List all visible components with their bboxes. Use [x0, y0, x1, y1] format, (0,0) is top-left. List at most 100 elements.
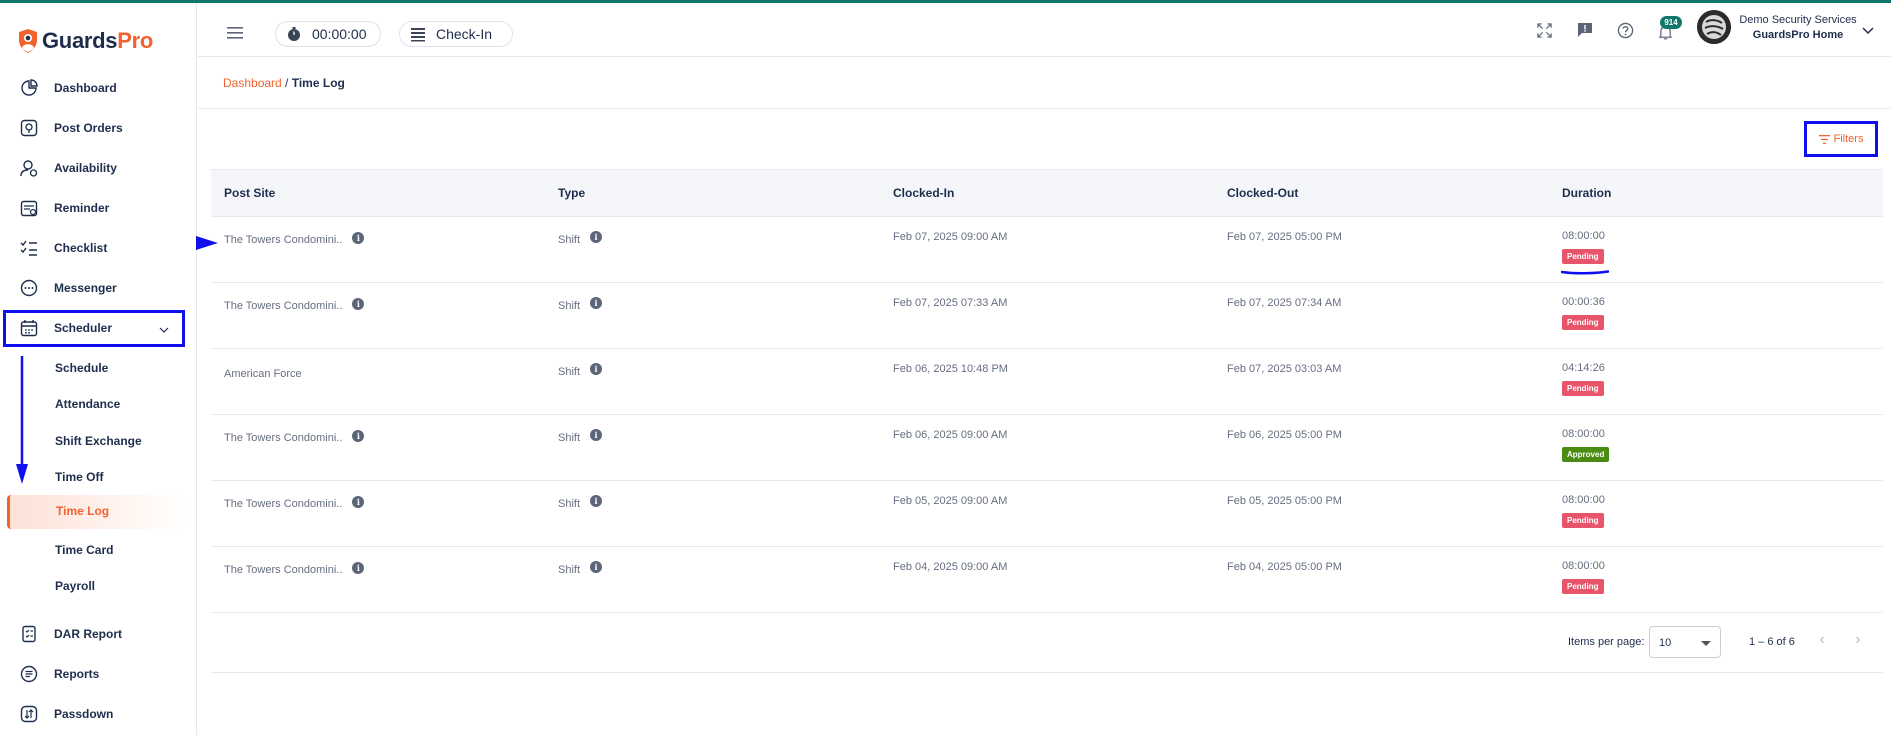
sidebar-sub-item-time-log[interactable]: Time Log: [7, 495, 187, 529]
paginator: Items per page: 10 1 – 6 of 6 ‹ ›: [211, 611, 1883, 673]
status-badge: Pending: [1562, 513, 1604, 528]
organization-switcher[interactable]: Demo Security Services GuardsPro Home: [1738, 13, 1858, 43]
column-header-clocked-in[interactable]: Clocked-In: [893, 186, 954, 200]
sidebar-item-label: Reminder: [54, 201, 110, 215]
info-icon[interactable]: i: [590, 363, 603, 375]
passdown-icon: [20, 705, 38, 723]
table-row[interactable]: American Force Shift i Feb 06, 2025 10:48 P…: [211, 349, 1883, 415]
breadcrumb-current: Time Log: [291, 76, 345, 90]
column-header-duration[interactable]: Duration: [1562, 186, 1611, 200]
check-in-button[interactable]: Check-In: [399, 21, 513, 47]
dar-report-icon: [20, 625, 38, 643]
info-icon[interactable]: i: [352, 232, 365, 244]
org-name: Demo Security Services: [1739, 14, 1857, 26]
breadcrumb-dashboard-link[interactable]: Dashboard: [223, 76, 282, 90]
sidebar-item-messenger[interactable]: Messenger: [20, 273, 117, 303]
sidebar-item-reminder[interactable]: Reminder: [20, 193, 109, 223]
cell-clocked-in: Feb 06, 2025 10:48 PM: [893, 363, 1008, 375]
status-badge: Approved: [1562, 447, 1610, 462]
table-row[interactable]: The Towers Condomini.. i Shift i Feb 07, 202…: [211, 283, 1883, 349]
sidebar-item-reports[interactable]: Reports: [20, 659, 99, 689]
filters-label: Filters: [1833, 133, 1864, 145]
sidebar-sub-item-attendance[interactable]: Attendance: [55, 392, 120, 416]
sidebar-item-post-orders[interactable]: Post Orders: [20, 113, 123, 143]
sidebar-item-dashboard[interactable]: Dashboard: [20, 73, 117, 103]
annotation-underline: [1561, 270, 1609, 275]
menu-icon[interactable]: [227, 26, 243, 40]
type-text: Shift: [558, 300, 581, 312]
time-log-table: Post Site Type Clocked-In Clocked-Out Du…: [211, 169, 1883, 613]
table-row[interactable]: The Towers Condomini.. i Shift i Feb 06, 202…: [211, 415, 1883, 481]
info-icon[interactable]: i: [352, 562, 365, 574]
cell-type: Shift i: [558, 495, 603, 510]
reminder-icon: [20, 199, 38, 217]
cell-post-site: American Force: [224, 368, 302, 380]
post-site-text: American Force: [224, 368, 302, 380]
post-site-text: The Towers Condomini..: [224, 432, 343, 444]
cell-duration: 08:00:00: [1562, 494, 1605, 506]
org-home: GuardsPro Home: [1752, 29, 1844, 41]
cell-duration: 08:00:00: [1562, 428, 1605, 440]
sidebar-item-label: Passdown: [54, 707, 114, 721]
cell-post-site: The Towers Condomini.. i: [224, 296, 365, 312]
sidebar-item-label: Messenger: [54, 281, 117, 295]
availability-icon: [20, 159, 38, 177]
info-icon[interactable]: i: [590, 561, 603, 573]
type-text: Shift: [558, 564, 581, 576]
reports-icon: [20, 665, 38, 683]
info-icon[interactable]: i: [352, 496, 365, 508]
table-row[interactable]: The Towers Condomini.. i Shift i Feb 05, 202…: [211, 481, 1883, 547]
help-icon[interactable]: [1615, 20, 1635, 40]
feedback-icon[interactable]: [1575, 20, 1595, 40]
column-header-clocked-out[interactable]: Clocked-Out: [1227, 186, 1298, 200]
next-page-button[interactable]: ›: [1850, 631, 1866, 648]
cell-clocked-in: Feb 07, 2025 09:00 AM: [893, 231, 1008, 243]
sidebar-sub-item-payroll[interactable]: Payroll: [55, 574, 95, 598]
page-range-label: 1 – 6 of 6: [1749, 636, 1795, 648]
cell-duration: 00:00:36: [1562, 296, 1605, 308]
previous-page-button[interactable]: ‹: [1814, 631, 1830, 648]
filters-button[interactable]: Filters: [1804, 121, 1878, 157]
cell-type: Shift i: [558, 363, 603, 378]
logo[interactable]: GuardsPro: [17, 25, 153, 57]
sidebar-item-passdown[interactable]: Passdown: [20, 699, 113, 729]
cell-type: Shift i: [558, 429, 603, 444]
timer-pill[interactable]: 00:00:00: [275, 21, 381, 47]
sidebar-item-checklist[interactable]: Checklist: [20, 233, 107, 263]
annotation-arrow-right: [196, 236, 218, 250]
column-header-post-site[interactable]: Post Site: [224, 186, 275, 200]
cell-clocked-out: Feb 07, 2025 07:34 AM: [1227, 297, 1342, 309]
sidebar-item-dar-report[interactable]: DAR Report: [20, 619, 122, 649]
chevron-down-icon[interactable]: [1862, 25, 1874, 35]
cell-duration: 04:14:26: [1562, 362, 1605, 374]
table-row[interactable]: The Towers Condomini.. i Shift i Feb 04, 202…: [211, 547, 1883, 613]
sidebar-sub-item-shift-exchange[interactable]: Shift Exchange: [55, 429, 142, 453]
sidebar-item-availability[interactable]: Availability: [20, 153, 117, 183]
sidebar-sub-item-schedule[interactable]: Schedule: [55, 356, 108, 380]
cell-clocked-in: Feb 07, 2025 07:33 AM: [893, 297, 1008, 309]
table-header: Post Site Type Clocked-In Clocked-Out Du…: [211, 169, 1883, 217]
fullscreen-icon[interactable]: [1534, 20, 1554, 40]
cell-type: Shift i: [558, 297, 603, 312]
sidebar-sub-item-time-card[interactable]: Time Card: [55, 538, 113, 562]
info-icon[interactable]: i: [590, 429, 603, 441]
sidebar-sub-item-label: Time Log: [56, 504, 110, 518]
cell-post-site: The Towers Condomini.. i: [224, 428, 365, 444]
info-icon[interactable]: i: [590, 297, 603, 309]
cell-clocked-in: Feb 05, 2025 09:00 AM: [893, 495, 1008, 507]
status-badge: Pending: [1562, 315, 1604, 330]
info-icon[interactable]: i: [352, 298, 365, 310]
info-icon[interactable]: i: [590, 231, 603, 243]
breadcrumb-separator: /: [281, 76, 292, 90]
items-per-page-select[interactable]: 10: [1649, 626, 1721, 658]
sidebar-item-label: Checklist: [54, 241, 108, 255]
sidebar-sub-item-time-off[interactable]: Time Off: [55, 465, 103, 489]
info-icon[interactable]: i: [352, 430, 365, 442]
header-divider: [198, 56, 1891, 57]
avatar[interactable]: [1697, 10, 1731, 44]
table-row[interactable]: The Towers Condomini.. i Shift i Feb 07, 202…: [211, 217, 1883, 283]
column-header-type[interactable]: Type: [558, 186, 585, 200]
info-icon[interactable]: i: [590, 495, 603, 507]
status-badge: Pending: [1562, 381, 1604, 396]
chevron-down-icon[interactable]: [159, 325, 169, 335]
